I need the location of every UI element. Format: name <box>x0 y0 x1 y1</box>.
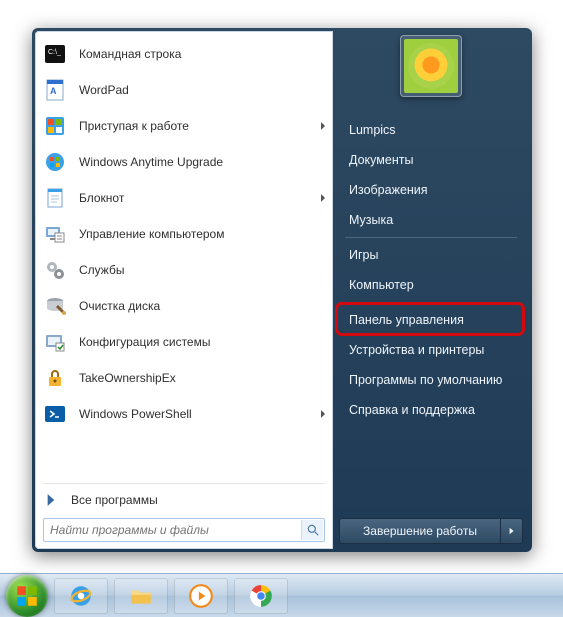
program-item-getting-started[interactable]: Приступая к работе <box>37 108 331 144</box>
program-label: Конфигурация системы <box>79 335 325 349</box>
chevron-right-icon <box>508 527 516 535</box>
program-label: Блокнот <box>79 191 315 205</box>
submenu-arrow-icon <box>321 410 325 418</box>
start-button[interactable] <box>6 575 48 617</box>
program-label: Приступая к работе <box>79 119 315 133</box>
all-programs[interactable]: Все программы <box>37 486 331 514</box>
services-icon <box>41 256 69 284</box>
divider <box>43 483 325 484</box>
msconfig-icon <box>41 328 69 356</box>
program-label: Очистка диска <box>79 299 325 313</box>
chrome-icon <box>248 583 274 609</box>
program-label: TakeOwnershipEx <box>79 371 325 385</box>
search-row <box>37 514 331 544</box>
windows-logo-icon <box>14 583 40 609</box>
program-item-msconfig[interactable]: Конфигурация системы <box>37 324 331 360</box>
right-menu-list: LumpicsДокументыИзображенияМузыка ИгрыКом… <box>339 115 523 518</box>
program-item-services[interactable]: Службы <box>37 252 331 288</box>
start-menu-left-pane: C:\_ Командная строка A WordPad Приступа… <box>35 31 333 549</box>
program-item-anytime-upgrade[interactable]: Windows Anytime Upgrade <box>37 144 331 180</box>
all-programs-arrow-icon <box>41 490 61 510</box>
program-item-computer-mgmt[interactable]: Управление компьютером <box>37 216 331 252</box>
right-item-help-support[interactable]: Справка и поддержка <box>339 395 523 425</box>
program-item-wordpad[interactable]: A WordPad <box>37 72 331 108</box>
program-label: Windows Anytime Upgrade <box>79 155 325 169</box>
right-item-computer[interactable]: Компьютер <box>339 270 523 300</box>
divider <box>345 237 517 238</box>
program-item-disk-cleanup[interactable]: Очистка диска <box>37 288 331 324</box>
svg-text:C:\_: C:\_ <box>48 49 61 56</box>
search-button[interactable] <box>301 520 323 540</box>
start-menu-right-pane: LumpicsДокументыИзображенияМузыка ИгрыКом… <box>333 31 529 549</box>
program-item-powershell[interactable]: Windows PowerShell <box>37 396 331 432</box>
program-item-takeownership[interactable]: TakeOwnershipEx <box>37 360 331 396</box>
right-item-user-folder[interactable]: Lumpics <box>339 115 523 145</box>
program-item-cmd[interactable]: C:\_ Командная строка <box>37 36 331 72</box>
program-label: WordPad <box>79 83 325 97</box>
program-label: Управление компьютером <box>79 227 325 241</box>
program-item-notepad[interactable]: Блокнот <box>37 180 331 216</box>
right-item-devices-printers[interactable]: Устройства и принтеры <box>339 335 523 365</box>
internet-explorer-icon <box>68 583 94 609</box>
disk-cleanup-icon <box>41 292 69 320</box>
shutdown-options-arrow[interactable] <box>501 518 523 544</box>
media-player-icon <box>188 583 214 609</box>
submenu-arrow-icon <box>321 122 325 130</box>
takeownership-icon <box>41 364 69 392</box>
user-avatar-frame[interactable] <box>400 35 462 97</box>
taskbar-pin-internet-explorer[interactable] <box>54 578 108 614</box>
right-item-music[interactable]: Музыка <box>339 205 523 235</box>
getting-started-icon <box>41 112 69 140</box>
all-programs-label: Все программы <box>71 493 325 507</box>
taskbar-pin-chrome[interactable] <box>234 578 288 614</box>
search-icon <box>306 523 320 537</box>
divider <box>345 302 517 303</box>
program-list: C:\_ Командная строка A WordPad Приступа… <box>37 36 331 481</box>
right-item-default-programs[interactable]: Программы по умолчанию <box>339 365 523 395</box>
file-explorer-icon <box>128 583 154 609</box>
wordpad-icon: A <box>41 76 69 104</box>
search-input[interactable] <box>43 518 325 542</box>
program-label: Windows PowerShell <box>79 407 315 421</box>
start-menu: C:\_ Командная строка A WordPad Приступа… <box>32 28 532 552</box>
program-label: Командная строка <box>79 47 325 61</box>
right-item-pictures[interactable]: Изображения <box>339 175 523 205</box>
computer-mgmt-icon <box>41 220 69 248</box>
taskbar-pin-media-player[interactable] <box>174 578 228 614</box>
submenu-arrow-icon <box>321 194 325 202</box>
right-item-control-panel[interactable]: Панель управления <box>339 305 523 335</box>
svg-text:A: A <box>50 86 57 96</box>
anytime-upgrade-icon <box>41 148 69 176</box>
right-item-documents[interactable]: Документы <box>339 145 523 175</box>
notepad-icon <box>41 184 69 212</box>
taskbar-pin-file-explorer[interactable] <box>114 578 168 614</box>
taskbar <box>0 573 563 617</box>
cmd-icon: C:\_ <box>41 40 69 68</box>
user-avatar-flower-icon <box>404 39 458 93</box>
shutdown-button[interactable]: Завершение работы <box>339 518 501 544</box>
powershell-icon <box>41 400 69 428</box>
right-item-games[interactable]: Игры <box>339 240 523 270</box>
program-label: Службы <box>79 263 325 277</box>
